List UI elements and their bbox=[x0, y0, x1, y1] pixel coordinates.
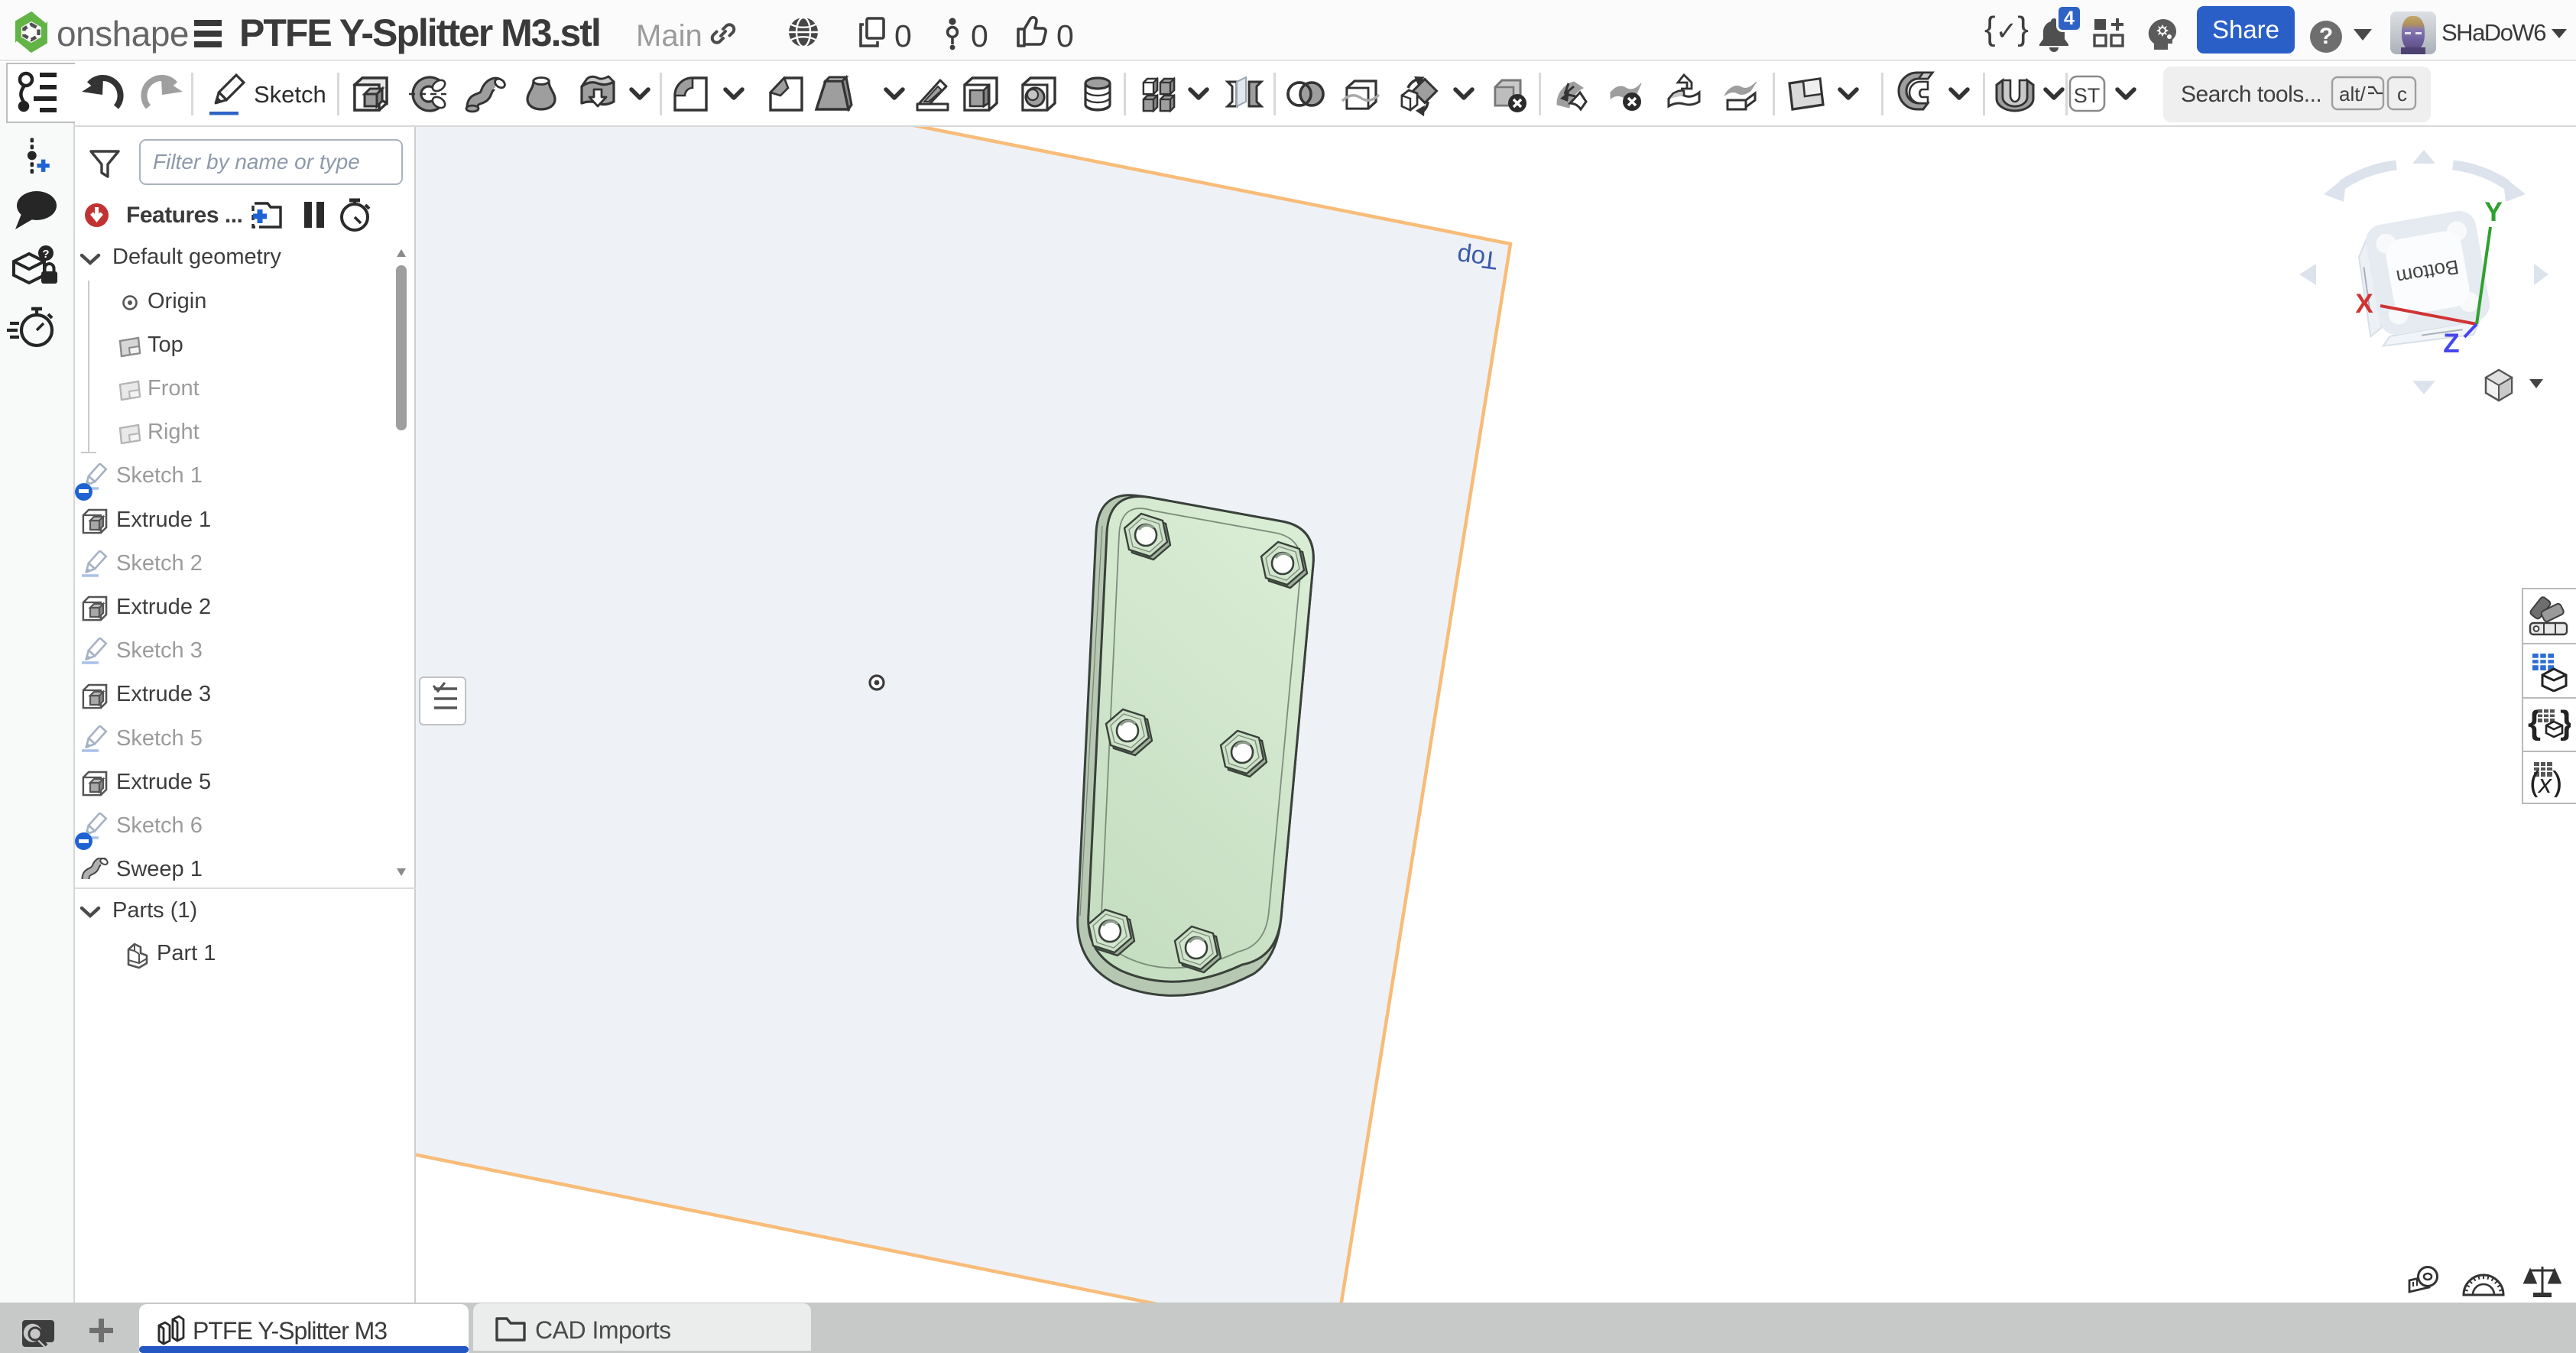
svg-text:?: ? bbox=[42, 248, 49, 261]
svg-text:Y: Y bbox=[2484, 197, 2502, 227]
svg-text:): ) bbox=[2552, 766, 2562, 797]
svg-text:Z: Z bbox=[2443, 329, 2459, 359]
svg-text:x: x bbox=[2537, 770, 2552, 797]
svg-text:}: } bbox=[2560, 706, 2571, 741]
svg-text:c: c bbox=[2397, 83, 2407, 105]
svg-text:Top: Top bbox=[1455, 242, 1499, 275]
svg-text:X: X bbox=[2355, 289, 2373, 319]
svg-text:Search tools...: Search tools... bbox=[2181, 82, 2321, 107]
svg-text:ST: ST bbox=[2074, 84, 2101, 107]
svg-text:alt/: alt/ bbox=[2339, 83, 2366, 105]
svg-text:Sketch: Sketch bbox=[254, 81, 326, 108]
